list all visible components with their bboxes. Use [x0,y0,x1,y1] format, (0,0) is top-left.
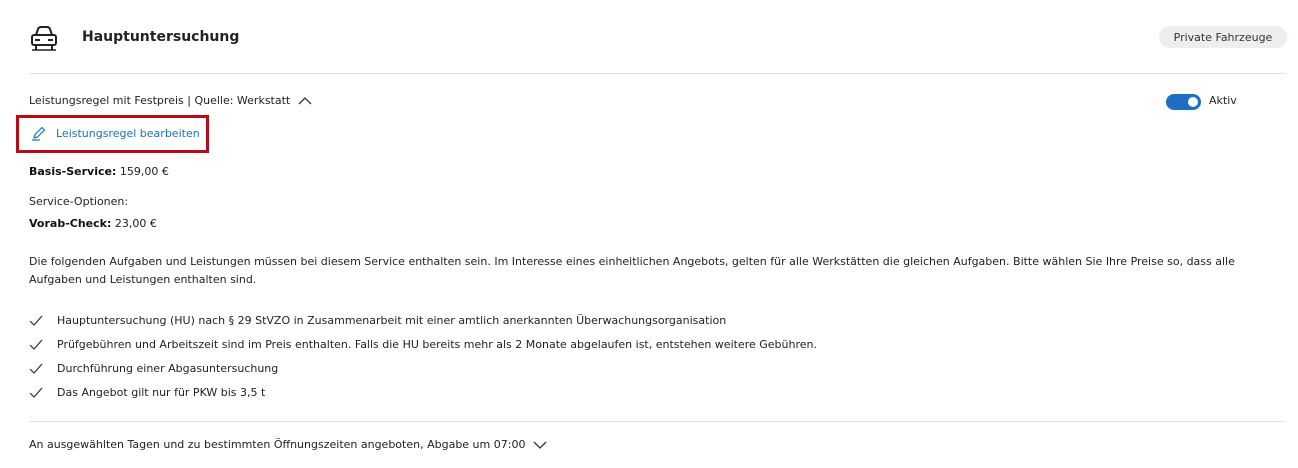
checklist-item-text: Durchführung einer Abgasuntersuchung [57,362,279,375]
checklist-item-text: Prüfgebühren und Arbeitszeit sind im Pre… [57,338,817,351]
availability-toggle[interactable]: An ausgewählten Tagen und zu bestimmten … [29,438,547,451]
edit-rule-link[interactable]: Leistungsregel bearbeiten [31,125,200,141]
checklist-item: Hauptuntersuchung (HU) nach § 29 StVZO i… [29,314,726,327]
checklist-item: Prüfgebühren und Arbeitszeit sind im Pre… [29,338,817,351]
checkmark-icon [29,387,43,398]
chevron-up-icon [298,96,312,104]
service-options-label: Service-Optionen: [29,195,129,208]
vehicle-type-badge: Private Fahrzeuge [1159,26,1287,48]
rule-summary-text: Leistungsregel mit Festpreis | Quelle: W… [29,94,291,107]
checkmark-icon [29,363,43,374]
toggle-knob [1188,97,1198,107]
availability-text: An ausgewählten Tagen und zu bestimmten … [29,438,526,451]
chevron-down-icon [533,441,547,449]
service-title: Hauptuntersuchung [82,29,240,45]
vorab-check-label: Vorab-Check: [29,217,112,230]
rule-summary-toggle[interactable]: Leistungsregel mit Festpreis | Quelle: W… [29,94,312,107]
basis-service-line: Basis-Service: 159,00 € [29,165,169,178]
divider-top [29,73,1286,74]
active-toggle-label: Aktiv [1209,94,1237,107]
checklist-item-text: Hauptuntersuchung (HU) nach § 29 StVZO i… [57,314,727,327]
car-front-icon [31,26,57,51]
checklist-item: Durchführung einer Abgasuntersuchung [29,362,278,375]
edit-rule-label: Leistungsregel bearbeiten [56,126,200,140]
active-toggle[interactable] [1166,94,1201,110]
checklist-item-text: Das Angebot gilt nur für PKW bis 3,5 t [57,386,266,399]
checklist-item: Das Angebot gilt nur für PKW bis 3,5 t [29,386,265,399]
divider-bottom [29,421,1286,422]
checkmark-icon [29,315,43,326]
basis-service-value: 159,00 € [119,165,169,178]
vorab-check-value: 23,00 € [114,217,157,230]
checkmark-icon [29,339,43,350]
service-description: Die folgenden Aufgaben und Leistungen mü… [29,255,1235,286]
vorab-check-line: Vorab-Check: 23,00 € [29,217,157,230]
basis-service-label: Basis-Service: [29,165,117,178]
pencil-icon [32,126,46,141]
